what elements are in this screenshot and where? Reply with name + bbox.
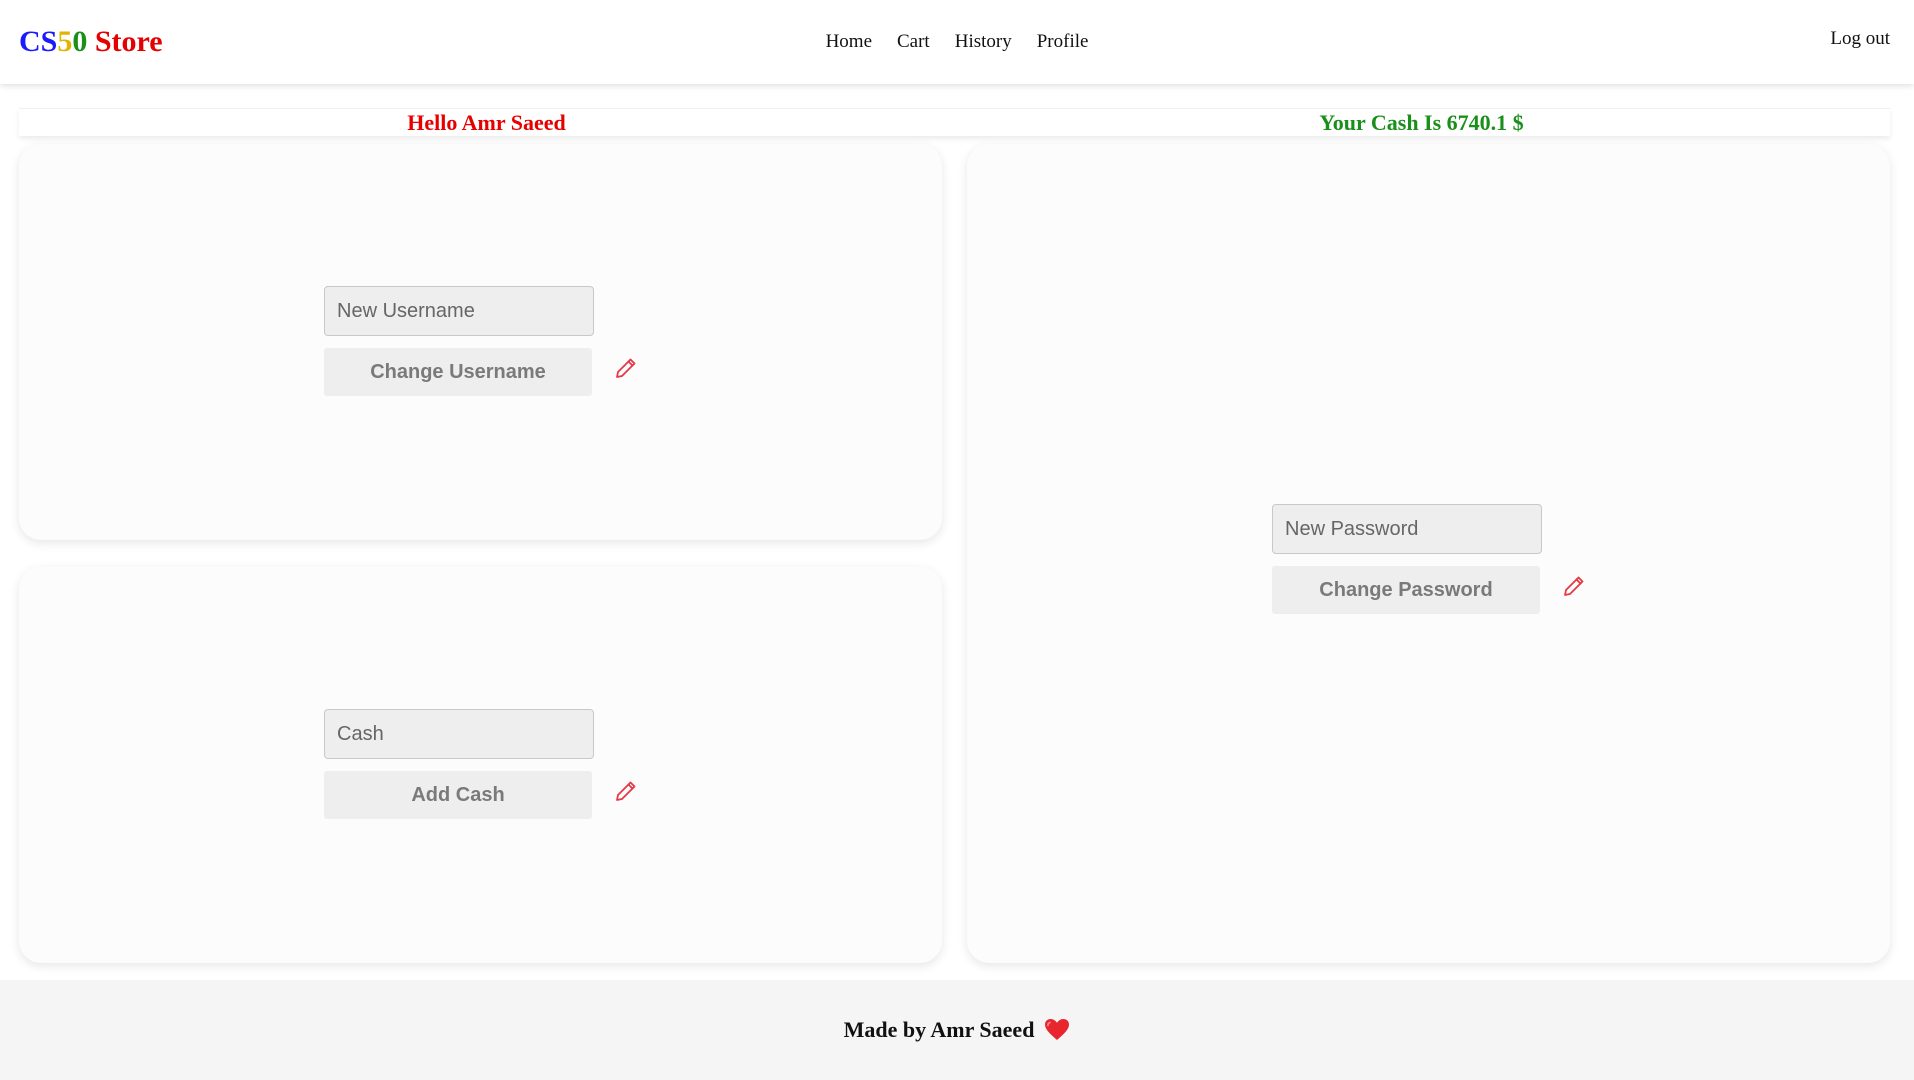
hello-greeting: Hello Amr Saeed [407,110,566,135]
nav-profile-link[interactable]: Profile [1037,31,1089,53]
add-cash-form: Add Cash [324,709,636,819]
nav-links: Home Cart History Profile [0,0,1914,84]
pencil-icon[interactable] [1562,574,1586,598]
change-username-card: Change Username [19,144,942,540]
footer: Made by Amr Saeed [0,980,1914,1080]
navbar: CS50 Store Home Cart History Profile Log… [0,0,1914,84]
change-password-card: Change Password [967,144,1890,963]
change-password-button[interactable]: Change Password [1272,566,1540,614]
footer-credit: Made by Amr Saeed [843,1017,1035,1042]
add-cash-row: Add Cash [324,771,636,819]
add-cash-card: Add Cash [19,567,942,963]
change-password-form: Change Password [1272,504,1584,614]
new-password-input[interactable] [1272,504,1542,554]
brand-letter-c: C [19,25,41,58]
pencil-icon[interactable] [614,779,638,803]
brand-digit-5: 5 [57,25,73,58]
brand-digit-0: 0 [72,25,88,58]
change-password-row: Change Password [1272,566,1584,614]
add-cash-button[interactable]: Add Cash [324,771,592,819]
change-username-row: Change Username [324,348,636,396]
nav-history-link[interactable]: History [955,31,1012,53]
heart-icon [1045,1019,1070,1040]
logout-link[interactable]: Log out [1830,28,1890,50]
cash-balance: Your Cash Is 6740.1 $ [1319,110,1524,135]
greeting-bar: Hello Amr Saeed Your Cash Is 6740.1 $ [19,108,1890,136]
cash-input[interactable] [324,709,594,759]
brand-store: Store [87,25,163,58]
brand-letter-s: S [40,25,58,58]
change-username-button[interactable]: Change Username [324,348,592,396]
nav-cart-link[interactable]: Cart [897,31,930,53]
nav-home-link[interactable]: Home [826,31,872,53]
brand-logo[interactable]: CS50 Store [19,22,163,62]
change-username-form: Change Username [324,286,636,396]
new-username-input[interactable] [324,286,594,336]
pencil-icon[interactable] [614,356,638,380]
